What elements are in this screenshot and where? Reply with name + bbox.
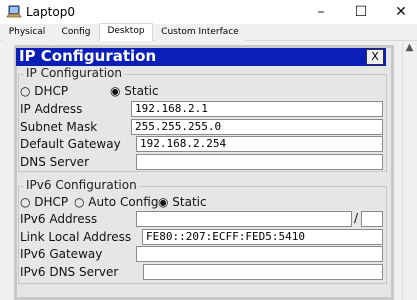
- ipv6-address-label: IPv6 Address: [20, 212, 98, 226]
- dialog-title: IP Configuration: [19, 47, 157, 65]
- maximize-button[interactable]: ☐: [342, 0, 380, 24]
- vertical-scrollbar[interactable]: [402, 41, 417, 300]
- window-title-bar: Laptop0 – ☐ ✕: [0, 0, 417, 24]
- dns-server-label: DNS Server: [20, 155, 89, 169]
- link-local-address-input[interactable]: FE80::207:ECFF:FED5:5410: [142, 229, 383, 245]
- window-title: Laptop0: [26, 5, 75, 19]
- ipv4-group-title: IP Configuration: [24, 66, 124, 80]
- ip-address-input[interactable]: 192.168.2.1: [131, 101, 383, 117]
- dialog-close-button[interactable]: X: [366, 49, 384, 65]
- tab-strip: Physical Config Desktop Custom Interface: [0, 23, 417, 41]
- ipv6-auto-config-radio[interactable]: ○ Auto Config: [74, 195, 158, 209]
- tab-custom-interface[interactable]: Custom Interface: [155, 25, 245, 41]
- laptop-icon: [6, 5, 22, 18]
- close-button[interactable]: ✕: [382, 0, 417, 24]
- ipv6-dhcp-radio[interactable]: ○ DHCP: [20, 195, 68, 209]
- ipv6-prefix-input[interactable]: [361, 211, 383, 227]
- default-gateway-label: Default Gateway: [20, 137, 121, 151]
- prefix-separator: /: [354, 211, 359, 225]
- link-local-address-label: Link Local Address: [20, 230, 132, 244]
- ip-address-label: IP Address: [20, 102, 83, 116]
- dns-server-input[interactable]: [136, 154, 383, 170]
- ipv6-dns-server-input[interactable]: [143, 264, 383, 280]
- subnet-mask-label: Subnet Mask: [20, 120, 98, 134]
- scroll-up-arrow-icon[interactable]: ▲: [402, 41, 417, 55]
- default-gateway-input[interactable]: 192.168.2.254: [136, 136, 383, 152]
- minimize-button[interactable]: –: [302, 0, 340, 24]
- tab-desktop[interactable]: Desktop: [99, 23, 153, 41]
- ipv4-dhcp-radio[interactable]: ○ DHCP: [20, 84, 68, 98]
- tab-config[interactable]: Config: [54, 25, 98, 41]
- ipv6-group-title: IPv6 Configuration: [24, 178, 139, 192]
- ipv6-static-radio[interactable]: ◉ Static: [158, 195, 207, 209]
- ipv6-dns-server-label: IPv6 DNS Server: [20, 265, 119, 279]
- ipv6-address-input[interactable]: [136, 211, 352, 227]
- subnet-mask-input[interactable]: 255.255.255.0: [131, 119, 383, 135]
- ipv6-gateway-input[interactable]: [136, 246, 383, 262]
- ipv6-gateway-label: IPv6 Gateway: [20, 247, 103, 261]
- tab-physical[interactable]: Physical: [2, 25, 52, 41]
- ipv4-static-radio[interactable]: ◉ Static: [110, 84, 159, 98]
